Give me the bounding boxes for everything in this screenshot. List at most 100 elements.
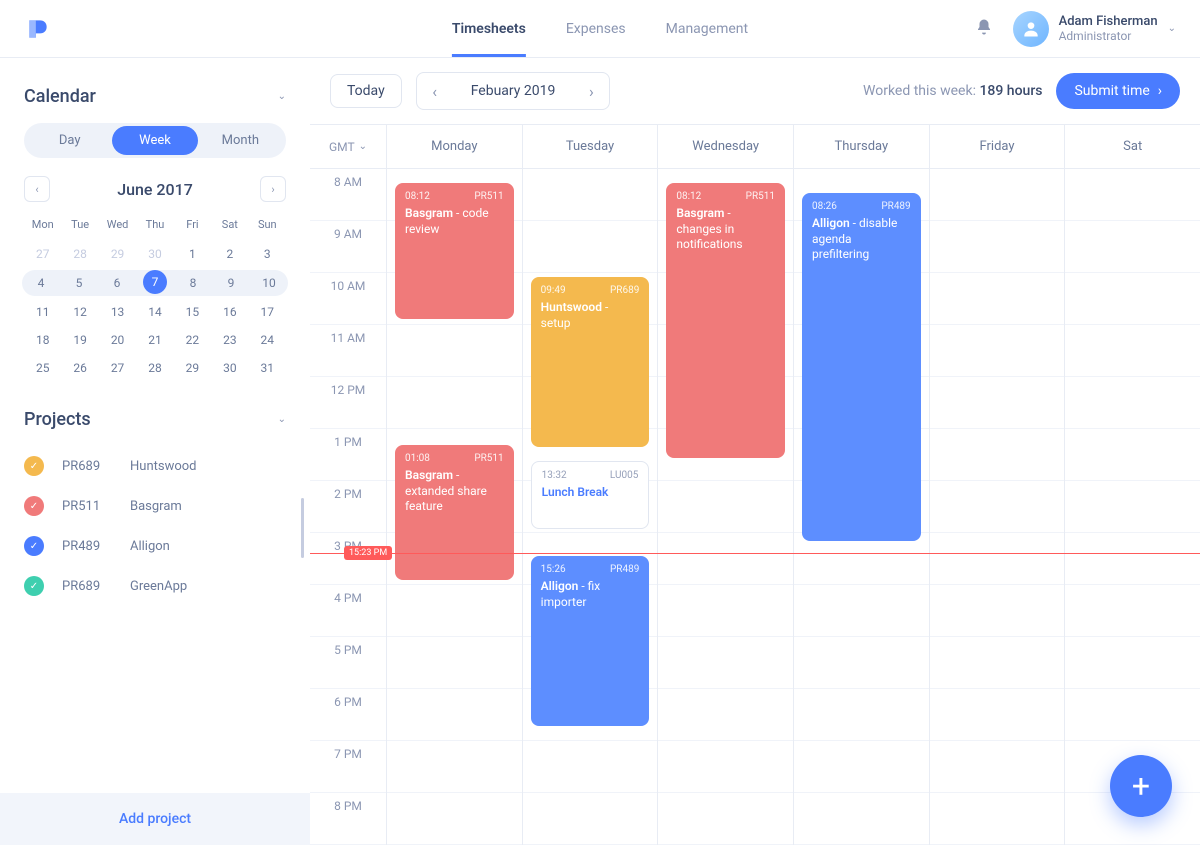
calendar-day[interactable]: 7 xyxy=(143,270,167,294)
calendar-day[interactable]: 19 xyxy=(61,327,98,353)
day-header: Monday xyxy=(386,125,522,168)
avatar xyxy=(1013,11,1049,47)
calendar-day[interactable]: 30 xyxy=(211,355,248,381)
calendar-day[interactable]: 17 xyxy=(249,299,286,325)
project-badge-icon: ✓ xyxy=(24,496,44,516)
day-column[interactable] xyxy=(929,169,1065,845)
calendar-day[interactable]: 28 xyxy=(61,241,98,267)
project-item[interactable]: ✓PR511Basgram xyxy=(24,486,286,526)
calendar-event[interactable]: 01:08PR511Basgram - extanded share featu… xyxy=(395,445,514,580)
view-day[interactable]: Day xyxy=(27,126,112,155)
day-column[interactable]: 08:26PR489Alligon - disable agenda prefi… xyxy=(793,169,929,845)
day-column[interactable]: 08:12PR511Basgram - changes in notificat… xyxy=(657,169,793,845)
calendar-day[interactable]: 1 xyxy=(174,241,211,267)
calendar-day[interactable]: 22 xyxy=(174,327,211,353)
project-code: PR689 xyxy=(62,459,112,474)
calendar-day[interactable]: 20 xyxy=(99,327,136,353)
day-header: Wednesday xyxy=(657,125,793,168)
calendar-event[interactable]: 08:12PR511Basgram - code review xyxy=(395,183,514,319)
user-role: Administrator xyxy=(1059,29,1158,43)
hour-label: 9 AM xyxy=(310,221,386,272)
calendar-event[interactable]: 09:49PR689Huntswood - setup xyxy=(531,277,650,447)
hour-label: 6 PM xyxy=(310,689,386,740)
next-period-button[interactable]: › xyxy=(573,73,609,109)
calendar-day[interactable]: 14 xyxy=(136,299,173,325)
day-header: Tuesday xyxy=(522,125,658,168)
calendar-day[interactable]: 3 xyxy=(249,241,286,267)
day-column[interactable] xyxy=(1064,169,1200,845)
calendar-day[interactable]: 15 xyxy=(174,299,211,325)
calendar-day[interactable]: 27 xyxy=(24,241,61,267)
calendar-day[interactable]: 29 xyxy=(174,355,211,381)
calendar-day[interactable]: 6 xyxy=(98,270,136,296)
hour-label: 1 PM xyxy=(310,429,386,480)
calendar-day[interactable]: 11 xyxy=(24,299,61,325)
calendar-event[interactable]: 08:26PR489Alligon - disable agenda prefi… xyxy=(802,193,921,541)
today-button[interactable]: Today xyxy=(330,74,402,108)
day-column[interactable]: 09:49PR689Huntswood - setup 13:32LU005Lun… xyxy=(522,169,658,845)
calendar-day[interactable]: 30 xyxy=(136,241,173,267)
view-toggle: DayWeekMonth xyxy=(24,123,286,158)
day-column[interactable]: 08:12PR511Basgram - code review 01:08PR51… xyxy=(386,169,522,845)
calendar-day[interactable]: 23 xyxy=(211,327,248,353)
calendar-title: Calendar xyxy=(24,86,96,107)
calendar-event[interactable]: 08:12PR511Basgram - changes in notificat… xyxy=(666,183,785,458)
prev-month-button[interactable]: ‹ xyxy=(24,176,50,202)
calendar-day[interactable]: 2 xyxy=(211,241,248,267)
calendar-day[interactable]: 16 xyxy=(211,299,248,325)
project-item[interactable]: ✓PR689Huntswood xyxy=(24,446,286,486)
calendar-event[interactable]: 13:32LU005Lunch Break xyxy=(531,461,650,529)
current-time-badge: 15:23 PM xyxy=(344,546,392,560)
calendar-day[interactable]: 8 xyxy=(174,270,212,296)
add-project-button[interactable]: Add project xyxy=(0,793,310,845)
project-name: Alligon xyxy=(130,539,170,554)
notifications-icon[interactable] xyxy=(975,18,993,40)
worked-summary: Worked this week: 189 hours xyxy=(863,83,1042,99)
hour-label: 12 PM xyxy=(310,377,386,428)
project-item[interactable]: ✓PR489Alligon xyxy=(24,526,286,566)
prev-period-button[interactable]: ‹ xyxy=(417,73,453,109)
calendar-day[interactable]: 28 xyxy=(136,355,173,381)
chevron-down-icon: ⌄ xyxy=(1168,23,1176,34)
hour-label: 11 AM xyxy=(310,325,386,376)
hour-label: 4 PM xyxy=(310,585,386,636)
view-month[interactable]: Month xyxy=(198,126,283,155)
calendar-day[interactable]: 27 xyxy=(99,355,136,381)
tab-timesheets[interactable]: Timesheets xyxy=(452,1,526,57)
calendar-day[interactable]: 5 xyxy=(60,270,98,296)
calendar-day[interactable]: 21 xyxy=(136,327,173,353)
hour-label: 8 PM xyxy=(310,793,386,844)
calendar-day[interactable]: 4 xyxy=(22,270,60,296)
view-week[interactable]: Week xyxy=(112,126,197,155)
calendar-day[interactable]: 29 xyxy=(99,241,136,267)
mini-calendar: MonTueWedThuFriSatSun 272829301234567891… xyxy=(24,214,286,381)
projects-collapse-icon[interactable]: ⌄ xyxy=(278,414,286,425)
tab-management[interactable]: Management xyxy=(666,1,748,57)
calendar-event[interactable]: 15:26PR489Alligon - fix importer xyxy=(531,556,650,726)
project-item[interactable]: ✓PR689GreenApp xyxy=(24,566,286,606)
calendar-collapse-icon[interactable]: ⌄ xyxy=(278,91,286,102)
tab-expenses[interactable]: Expenses xyxy=(566,1,626,57)
hour-label: 7 PM xyxy=(310,741,386,792)
project-badge-icon: ✓ xyxy=(24,456,44,476)
calendar-day[interactable]: 12 xyxy=(61,299,98,325)
scrollbar[interactable] xyxy=(301,498,304,558)
calendar-day[interactable]: 18 xyxy=(24,327,61,353)
add-event-fab[interactable]: + xyxy=(1110,755,1172,817)
next-month-button[interactable]: › xyxy=(260,176,286,202)
logo[interactable] xyxy=(24,15,52,43)
calendar-day[interactable]: 10 xyxy=(250,270,288,296)
period-label: Febuary 2019 xyxy=(453,83,574,99)
calendar-day[interactable]: 24 xyxy=(249,327,286,353)
calendar-day[interactable]: 13 xyxy=(99,299,136,325)
timezone-selector[interactable]: GMT⌄ xyxy=(310,125,386,168)
submit-time-button[interactable]: Submit time› xyxy=(1056,73,1180,109)
user-menu[interactable]: Adam Fisherman Administrator ⌄ xyxy=(1013,11,1176,47)
calendar-day[interactable]: 9 xyxy=(212,270,250,296)
calendar-day[interactable]: 31 xyxy=(249,355,286,381)
hour-label: 8 AM xyxy=(310,169,386,220)
calendar-day[interactable]: 25 xyxy=(24,355,61,381)
projects-title: Projects xyxy=(24,409,91,430)
project-badge-icon: ✓ xyxy=(24,536,44,556)
calendar-day[interactable]: 26 xyxy=(61,355,98,381)
